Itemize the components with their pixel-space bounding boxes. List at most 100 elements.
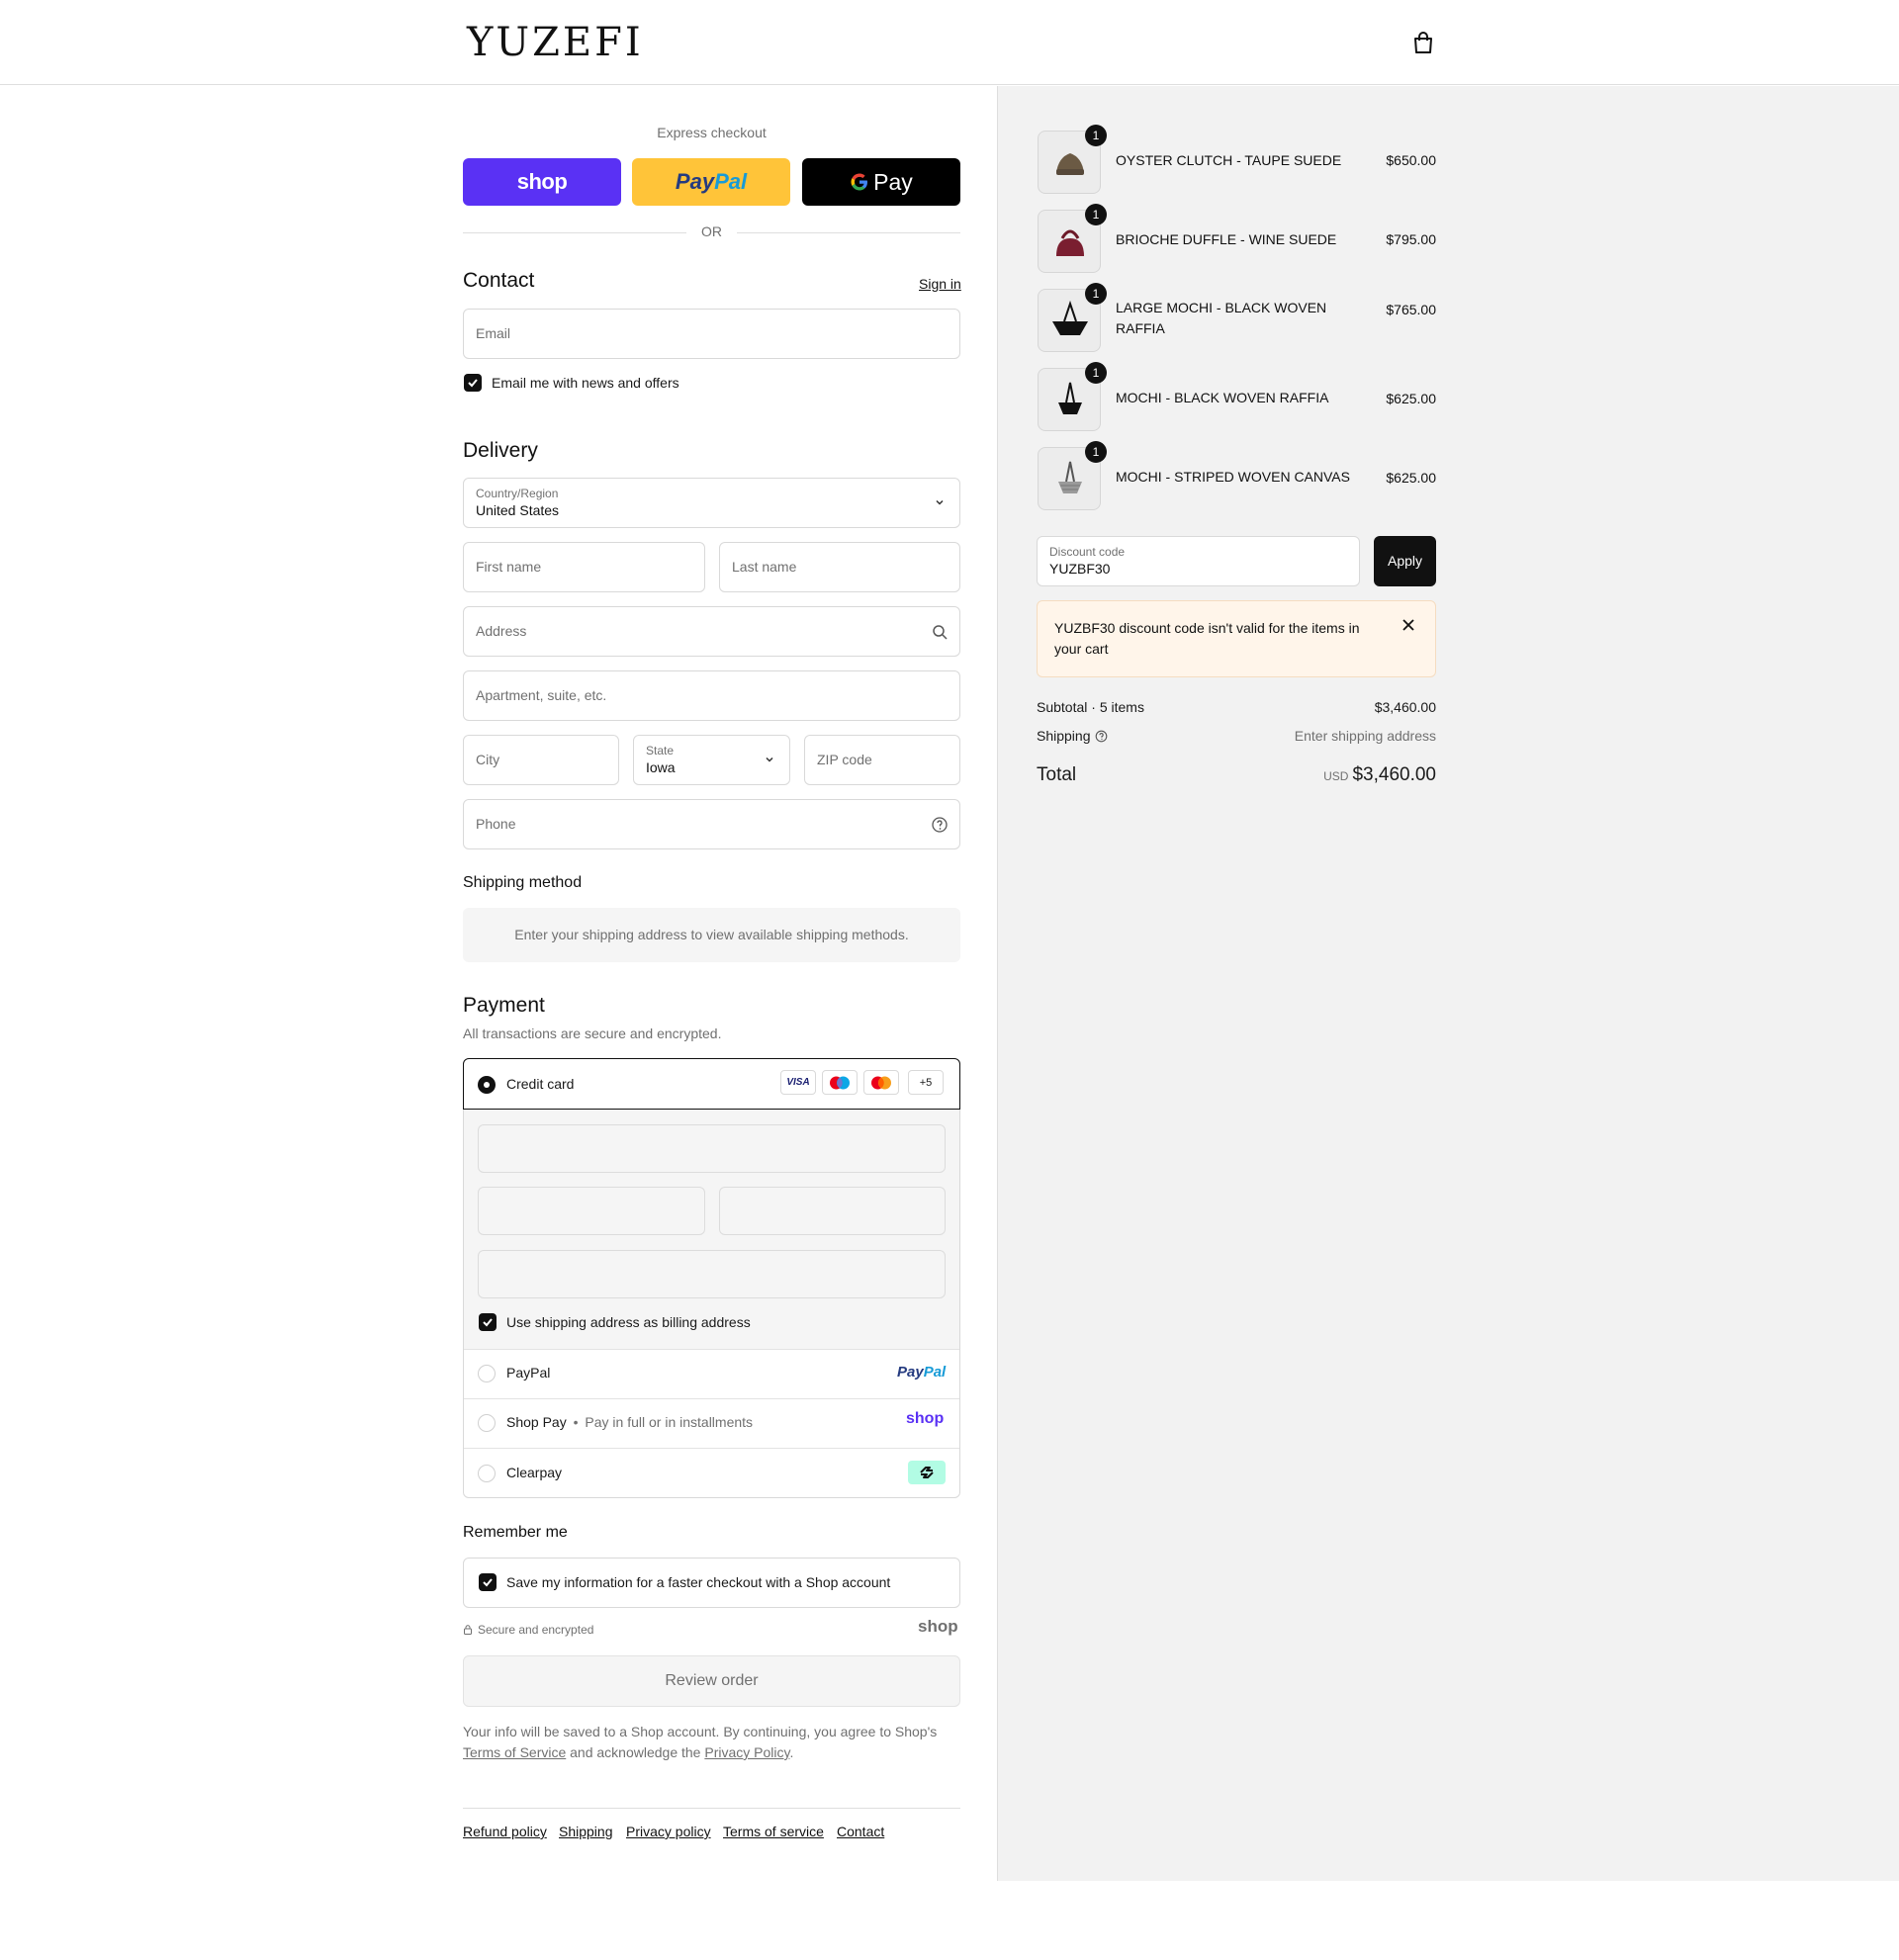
footer-privacy-policy-link[interactable]: Privacy policy (626, 1824, 711, 1839)
paypal-radio[interactable] (478, 1365, 496, 1382)
remember-me-heading: Remember me (463, 1524, 568, 1541)
shop-pay-note: Pay in full or in installments (585, 1414, 754, 1430)
google-pay-label: Pay (873, 168, 913, 195)
visa-icon: VISA (780, 1070, 816, 1095)
paypal-label: PayPal (506, 1365, 551, 1381)
shipping-method-heading: Shipping method (463, 874, 583, 891)
discount-code-value: YUZBF30 (1049, 561, 1111, 577)
shopping-bag-icon[interactable] (1412, 31, 1434, 54)
save-info-checkbox[interactable] (479, 1573, 497, 1591)
shop-pay-label: Shop Pay (506, 1414, 567, 1430)
quantity-badge: 1 (1085, 125, 1107, 146)
address-field[interactable]: Address (463, 606, 960, 657)
maestro-icon (822, 1070, 858, 1095)
shop-pay-button[interactable]: shop (463, 158, 621, 206)
google-pay-button[interactable]: Pay (802, 158, 960, 206)
divider (463, 1808, 960, 1809)
lock-icon (464, 1625, 472, 1635)
store-logo[interactable]: YUZEFI (467, 16, 644, 69)
privacy-policy-link[interactable]: Privacy Policy (704, 1744, 789, 1760)
shipping-method-message: Enter your shipping address to view avai… (514, 927, 909, 942)
quantity-badge: 1 (1085, 204, 1107, 225)
clearpay-label: Clearpay (506, 1465, 563, 1480)
footer-refund-policy-link[interactable]: Refund policy (463, 1824, 547, 1839)
product-price: $765.00 (1386, 302, 1436, 317)
phone-field[interactable]: Phone (463, 799, 960, 849)
security-code-field[interactable] (719, 1187, 946, 1235)
legal-line: Your info will be saved to a Shop accoun… (463, 1724, 938, 1739)
divider (463, 232, 686, 233)
city-placeholder: City (476, 752, 500, 767)
shop-pay-radio[interactable] (478, 1414, 496, 1432)
shop-pay-label-group: Shop Pay • Pay in full or in installment… (506, 1414, 753, 1430)
sign-in-link[interactable]: Sign in (919, 276, 961, 292)
news-checkbox[interactable] (464, 374, 482, 392)
card-number-field[interactable] (478, 1124, 946, 1173)
help-circle-icon[interactable] (931, 816, 949, 834)
total-amount-group: USD $3,460.00 (1323, 764, 1436, 786)
product-name: MOCHI - STRIPED WOVEN CANVAS (1116, 469, 1350, 485)
last-name-placeholder: Last name (732, 559, 797, 575)
delivery-heading: Delivery (463, 439, 538, 462)
shop-logo: shop (906, 1410, 945, 1427)
help-circle-icon[interactable] (1095, 730, 1108, 743)
news-checkbox-label: Email me with news and offers (492, 375, 679, 391)
subtotal-value: $3,460.00 (1374, 699, 1436, 715)
phone-placeholder: Phone (476, 816, 516, 832)
apartment-field[interactable]: Apartment, suite, etc. (463, 670, 960, 721)
chevron-down-icon (936, 499, 944, 505)
review-order-button[interactable]: Review order (463, 1655, 960, 1707)
search-icon (933, 625, 948, 640)
more-cards-badge: +5 (908, 1070, 944, 1095)
shipping-method-notice: Enter your shipping address to view avai… (463, 908, 960, 962)
secure-encrypted-text: Secure and encrypted (478, 1623, 594, 1637)
city-field[interactable]: City (463, 735, 619, 785)
country-label: Country/Region (476, 487, 559, 500)
contact-heading: Contact (463, 269, 535, 292)
shop-logo: shop (918, 1617, 958, 1636)
state-value: Iowa (646, 759, 676, 775)
name-on-card-field[interactable] (478, 1250, 946, 1298)
footer-shipping-link[interactable]: Shipping (559, 1824, 613, 1839)
billing-same-checkbox[interactable] (479, 1313, 497, 1331)
email-field[interactable]: Email (463, 309, 960, 359)
state-select[interactable]: State Iowa (633, 735, 790, 785)
shop-logo: shop (516, 169, 568, 194)
billing-same-label: Use shipping address as billing address (506, 1314, 751, 1330)
email-placeholder: Email (476, 325, 511, 341)
state-label: State (646, 744, 675, 757)
expiration-date-field[interactable] (478, 1187, 705, 1235)
credit-card-label: Credit card (506, 1076, 575, 1092)
apply-discount-button[interactable]: Apply (1374, 536, 1436, 586)
discount-error-message: YUZBF30 discount code isn't valid for th… (1054, 620, 1360, 657)
zip-field[interactable]: ZIP code (804, 735, 960, 785)
close-icon[interactable] (1402, 619, 1414, 631)
first-name-placeholder: First name (476, 559, 542, 575)
legal-end: . (789, 1744, 794, 1760)
paypal-logo: PayPal (675, 169, 748, 194)
footer-terms-of-service-link[interactable]: Terms of service (723, 1824, 824, 1839)
paypal-logo: PayPal (897, 1364, 947, 1381)
order-summary-panel (997, 86, 1899, 1881)
first-name-field[interactable]: First name (463, 542, 705, 592)
divider (737, 232, 960, 233)
shipping-value: Enter shipping address (1294, 728, 1436, 744)
clearpay-radio[interactable] (478, 1465, 496, 1482)
apartment-placeholder: Apartment, suite, etc. (476, 687, 607, 703)
legal-text: Your info will be saved to a Shop accoun… (463, 1722, 960, 1763)
check-icon (483, 1578, 493, 1587)
last-name-field[interactable]: Last name (719, 542, 960, 592)
paypal-button[interactable]: PayPal (632, 158, 790, 206)
product-price: $625.00 (1386, 470, 1436, 486)
terms-of-service-link[interactable]: Terms of Service (463, 1744, 566, 1760)
discount-code-field[interactable]: Discount code YUZBF30 (1037, 536, 1360, 586)
country-select[interactable]: Country/Region United States (463, 478, 960, 528)
credit-card-radio[interactable] (478, 1076, 496, 1094)
footer-contact-link[interactable]: Contact (837, 1824, 884, 1839)
check-icon (483, 1318, 493, 1327)
total-label: Total (1037, 764, 1077, 785)
total-value: $3,460.00 (1352, 764, 1436, 785)
currency-code: USD (1323, 769, 1349, 783)
mastercard-icon (863, 1070, 899, 1095)
address-placeholder: Address (476, 623, 527, 639)
